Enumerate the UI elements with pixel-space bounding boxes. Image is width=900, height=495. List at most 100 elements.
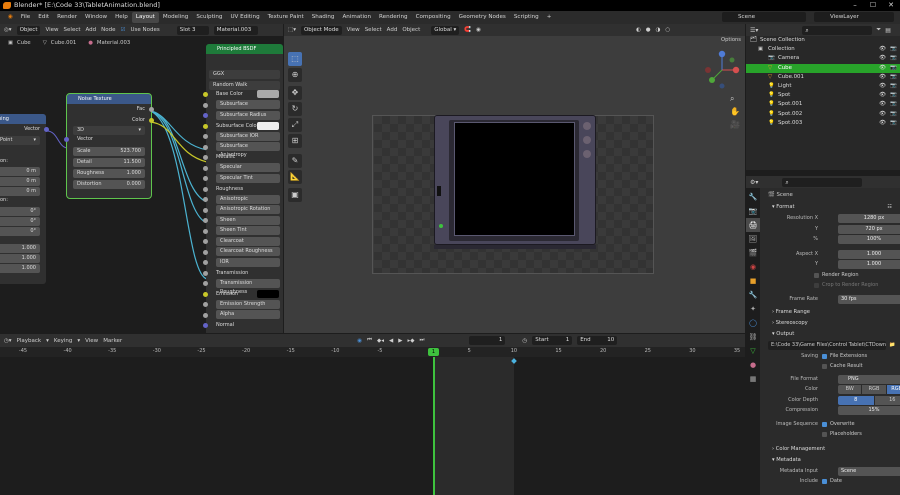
- render-camera-icon[interactable]: 📷: [890, 91, 897, 100]
- filter-icon[interactable]: ⏷: [876, 26, 881, 34]
- bsdf-input-subsurface-color[interactable]: Subsurface Color: [203, 121, 283, 132]
- render-camera-icon[interactable]: 📷: [890, 100, 897, 109]
- playhead-frame-label[interactable]: 1: [428, 348, 439, 356]
- new-collection-icon[interactable]: ▤: [885, 27, 891, 34]
- close-button[interactable]: ✕: [882, 0, 900, 11]
- tab-geometry-nodes[interactable]: Geometry Nodes: [455, 12, 510, 23]
- bsdf-input-subsurface-ior[interactable]: Subsurface IOR: [203, 131, 283, 142]
- vector-input-socket[interactable]: [64, 137, 69, 143]
- outliner-type-icon[interactable]: ☰▾: [750, 27, 758, 34]
- menu-help[interactable]: Help: [111, 12, 132, 23]
- vector-output-socket[interactable]: [44, 127, 49, 132]
- render-camera-icon[interactable]: 📷: [890, 45, 897, 54]
- location-y-field[interactable]: 0 m: [0, 177, 40, 187]
- tab-scripting[interactable]: Scripting: [510, 12, 543, 23]
- input-socket[interactable]: [203, 218, 208, 223]
- annotate-tool-icon[interactable]: ✎: [288, 154, 302, 168]
- location-x-field[interactable]: 0 m: [0, 167, 40, 177]
- select-box-tool-icon[interactable]: ⬚: [288, 52, 302, 66]
- bsdf-input-emission-strength[interactable]: Emission Strength: [203, 299, 283, 310]
- minimize-button[interactable]: –: [846, 0, 864, 11]
- input-socket[interactable]: [203, 92, 208, 97]
- input-socket[interactable]: [203, 207, 208, 213]
- input-socket[interactable]: [203, 291, 208, 297]
- resolution-percentage-field[interactable]: 100%: [838, 235, 900, 244]
- bsdf-input-clearcoat-roughness[interactable]: Clearcoat Roughness: [203, 247, 283, 258]
- menu-add[interactable]: Add: [387, 27, 398, 33]
- format-panel-header[interactable]: ▾ Format ☷: [762, 202, 900, 213]
- file-extensions-checkbox[interactable]: [822, 353, 827, 359]
- date-checkbox[interactable]: [822, 479, 827, 484]
- color-output-socket[interactable]: [149, 117, 154, 123]
- frame-range-panel-header[interactable]: › Frame Range: [762, 307, 900, 318]
- visibility-eye-icon[interactable]: 👁: [879, 91, 886, 100]
- bsdf-input-transmission-roughness[interactable]: Transmission Roughness: [203, 278, 283, 295]
- menu-marker[interactable]: Marker: [103, 338, 122, 344]
- prev-keyframe-icon[interactable]: ◆◂: [377, 338, 384, 344]
- output-path-input[interactable]: E:\Code 33\Game Files\Control Tablet\CTD…: [768, 341, 886, 350]
- visibility-eye-icon[interactable]: 👁: [879, 64, 886, 73]
- scene-selector[interactable]: Scene: [722, 12, 806, 22]
- bsdf-input-sheen[interactable]: Sheen: [203, 215, 283, 226]
- distribution-dropdown[interactable]: GGX: [209, 70, 280, 79]
- tab-layout[interactable]: Layout: [131, 12, 159, 23]
- object-tab-icon[interactable]: ■: [746, 274, 760, 288]
- scale-tool-icon[interactable]: ⤢: [288, 118, 302, 132]
- outliner-row-collection[interactable]: ▣ Collection 👁 📷: [746, 45, 900, 54]
- menu-edit[interactable]: Edit: [34, 12, 53, 23]
- outliner-row-spot-003[interactable]: 💡 Spot.003 👁 📷: [746, 119, 900, 128]
- bsdf-input-sheen-tint[interactable]: Sheen Tint: [203, 226, 283, 237]
- noise-roughness-field[interactable]: Roughness 1.000: [73, 168, 145, 178]
- outliner-row-spot-001[interactable]: 💡 Spot.001 👁 📷: [746, 100, 900, 109]
- placeholders-checkbox[interactable]: [822, 432, 827, 437]
- menu-file[interactable]: File: [17, 12, 34, 23]
- viewport-type-icon[interactable]: ⬚▾: [288, 27, 296, 33]
- render-camera-icon[interactable]: 📷: [890, 73, 897, 82]
- input-socket[interactable]: [203, 302, 208, 307]
- tab-texture-paint[interactable]: Texture Paint: [264, 12, 308, 23]
- input-socket[interactable]: [203, 281, 208, 286]
- input-socket[interactable]: [203, 323, 208, 328]
- input-socket[interactable]: [203, 249, 208, 255]
- snap-icon[interactable]: 🧲: [464, 27, 471, 33]
- color-bw-button[interactable]: BW: [838, 385, 862, 394]
- color-management-panel-header[interactable]: › Color Management: [762, 444, 900, 455]
- bsdf-input-subsurface[interactable]: Subsurface: [203, 100, 283, 111]
- tool-tab-icon[interactable]: 🔧: [746, 190, 760, 204]
- tab-rendering[interactable]: Rendering: [375, 12, 412, 23]
- constraints-tab-icon[interactable]: ⛓: [746, 330, 760, 344]
- physics-tab-icon[interactable]: ◯: [746, 316, 760, 330]
- end-frame-field[interactable]: End 10: [577, 336, 618, 345]
- cache-result-checkbox[interactable]: [822, 364, 827, 369]
- rotation-x-field[interactable]: 0°: [0, 206, 40, 216]
- render-camera-icon[interactable]: 📷: [890, 64, 897, 73]
- overlay-icon[interactable]: ◐: [636, 27, 641, 33]
- render-camera-icon[interactable]: 📷: [890, 54, 897, 63]
- blender-menu-icon[interactable]: ◉: [4, 12, 17, 23]
- input-socket[interactable]: [203, 165, 208, 171]
- menu-view[interactable]: View: [347, 27, 360, 33]
- tab-compositing[interactable]: Compositing: [412, 12, 455, 23]
- timeline-type-icon[interactable]: ◷▾: [4, 338, 12, 344]
- timeline-editor[interactable]: ◷▾ Playback ▾ Keying ▾ View Marker ◉ ⏮ ◆◂ …: [0, 334, 745, 495]
- bsdf-input-subsurface-anisotropy[interactable]: Subsurface Anisotropy: [203, 142, 283, 158]
- crop-region-checkbox[interactable]: [814, 283, 819, 288]
- start-frame-field[interactable]: Start 1: [532, 336, 573, 345]
- scene-tab-icon[interactable]: 🎬: [746, 246, 760, 260]
- menu-select[interactable]: Select: [365, 27, 382, 33]
- stereoscopy-panel-header[interactable]: › Stereoscopy: [762, 318, 900, 329]
- input-socket[interactable]: [203, 176, 208, 181]
- menu-object[interactable]: Object: [402, 27, 420, 33]
- color-rgb-button[interactable]: RGB: [862, 385, 886, 394]
- 3d-viewport[interactable]: ⬚▾ Object Mode View Select Add Object Gl…: [284, 24, 745, 333]
- noise-detail-field[interactable]: Detail 11.500: [73, 157, 145, 167]
- properties-search-input[interactable]: ⌕: [782, 177, 863, 187]
- bsdf-input-roughness[interactable]: Roughness: [203, 184, 283, 195]
- outliner-row-cube-001[interactable]: ▽ Cube.001 👁 📷: [746, 73, 900, 82]
- aspect-y-field[interactable]: 1.000: [838, 260, 900, 269]
- menu-playback[interactable]: Playback: [17, 338, 42, 344]
- menu-view[interactable]: View: [85, 338, 98, 344]
- outliner-row-light[interactable]: 💡 Light 👁 📷: [746, 82, 900, 91]
- measure-tool-icon[interactable]: 📐: [288, 170, 302, 184]
- bsdf-input-anisotropic-rotation[interactable]: Anisotropic Rotation: [203, 205, 283, 216]
